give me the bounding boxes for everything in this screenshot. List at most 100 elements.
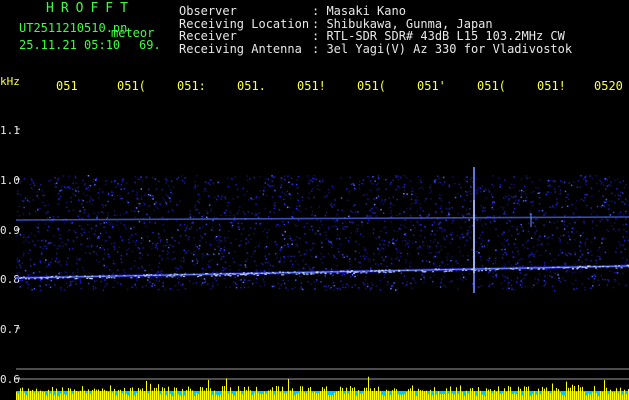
noise-speck	[283, 175, 286, 178]
noise-speck	[202, 268, 204, 270]
noise-speck	[483, 189, 485, 192]
noise-speck	[19, 234, 22, 236]
noise-speck	[139, 178, 142, 181]
noise-speck	[53, 244, 55, 246]
noise-speck	[466, 194, 468, 197]
noise-speck	[439, 194, 441, 196]
noise-speck	[135, 194, 138, 196]
noise-speck	[201, 216, 203, 218]
amplitude-bar	[284, 392, 285, 400]
band-speck	[115, 275, 118, 277]
noise-speck	[308, 180, 310, 182]
noise-speck	[112, 225, 114, 228]
band-speck	[388, 269, 391, 271]
amplitude-bar	[306, 392, 307, 400]
amplitude-bar	[124, 387, 125, 400]
noise-speck	[492, 196, 494, 198]
noise-speck	[363, 258, 366, 260]
noise-speck	[30, 232, 32, 235]
noise-speck	[335, 225, 338, 228]
noise-speck	[227, 205, 229, 207]
noise-speck	[188, 236, 190, 238]
noise-speck	[554, 180, 556, 183]
noise-speck	[168, 185, 170, 187]
noise-speck	[444, 229, 446, 231]
band-speck	[56, 277, 59, 279]
noise-speck	[440, 245, 442, 247]
noise-speck	[271, 180, 273, 182]
noise-speck	[59, 237, 62, 240]
noise-speck	[623, 228, 625, 231]
noise-speck	[104, 285, 106, 288]
noise-speck	[158, 180, 160, 183]
noise-speck	[454, 183, 456, 185]
noise-speck	[444, 238, 446, 241]
noise-speck	[48, 225, 50, 228]
noise-speck	[520, 223, 522, 226]
noise-speck	[103, 226, 105, 229]
band-speck	[510, 268, 512, 270]
noise-speck	[297, 209, 299, 212]
noise-speck	[576, 200, 578, 202]
noise-speck	[86, 201, 88, 203]
noise-speck	[195, 281, 198, 284]
noise-speck	[606, 284, 609, 286]
noise-speck	[508, 229, 510, 232]
noise-speck	[492, 276, 495, 278]
noise-speck	[152, 198, 154, 200]
noise-speck	[194, 251, 196, 253]
noise-speck	[196, 209, 199, 211]
noise-speck	[317, 230, 319, 232]
noise-speck	[328, 228, 330, 230]
noise-speck	[141, 180, 144, 182]
noise-speck	[87, 282, 90, 285]
noise-speck	[457, 288, 459, 290]
noise-speck	[163, 229, 165, 232]
noise-speck	[29, 258, 32, 261]
noise-speck	[568, 235, 570, 237]
noise-speck	[249, 227, 252, 229]
noise-speck	[32, 240, 34, 243]
noise-speck	[21, 262, 23, 264]
noise-speck	[471, 176, 473, 179]
noise-speck	[244, 279, 246, 281]
noise-speck	[70, 283, 72, 285]
noise-speck	[194, 206, 196, 208]
noise-speck	[24, 239, 27, 241]
noise-speck	[183, 260, 185, 263]
band-speck	[267, 272, 270, 274]
noise-speck	[254, 246, 257, 248]
amplitude-bar	[200, 386, 201, 400]
noise-speck	[274, 176, 276, 178]
noise-speck	[591, 275, 593, 278]
noise-speck	[158, 262, 161, 264]
noise-speck	[449, 242, 452, 244]
noise-speck	[268, 268, 270, 270]
noise-speck	[320, 242, 323, 244]
noise-speck	[378, 188, 380, 190]
noise-speck	[120, 184, 122, 186]
noise-speck	[44, 261, 46, 264]
noise-speck	[590, 250, 592, 252]
noise-speck	[372, 183, 374, 185]
amplitude-bar	[616, 388, 617, 400]
noise-speck	[504, 263, 507, 265]
band-speck	[169, 275, 172, 277]
noise-speck	[162, 282, 164, 284]
noise-speck	[367, 283, 369, 285]
amplitude-bar	[106, 390, 107, 400]
noise-speck	[219, 249, 221, 252]
noise-speck	[105, 221, 108, 224]
noise-speck	[74, 280, 77, 282]
amplitude-bar	[116, 395, 117, 400]
noise-speck	[268, 253, 270, 255]
noise-speck	[478, 247, 481, 249]
noise-speck	[491, 206, 493, 209]
noise-speck	[362, 235, 364, 238]
noise-speck	[466, 176, 468, 178]
noise-speck	[214, 277, 216, 280]
noise-speck	[196, 175, 198, 177]
noise-speck	[126, 249, 128, 252]
noise-speck	[85, 194, 88, 197]
noise-speck	[615, 251, 617, 253]
